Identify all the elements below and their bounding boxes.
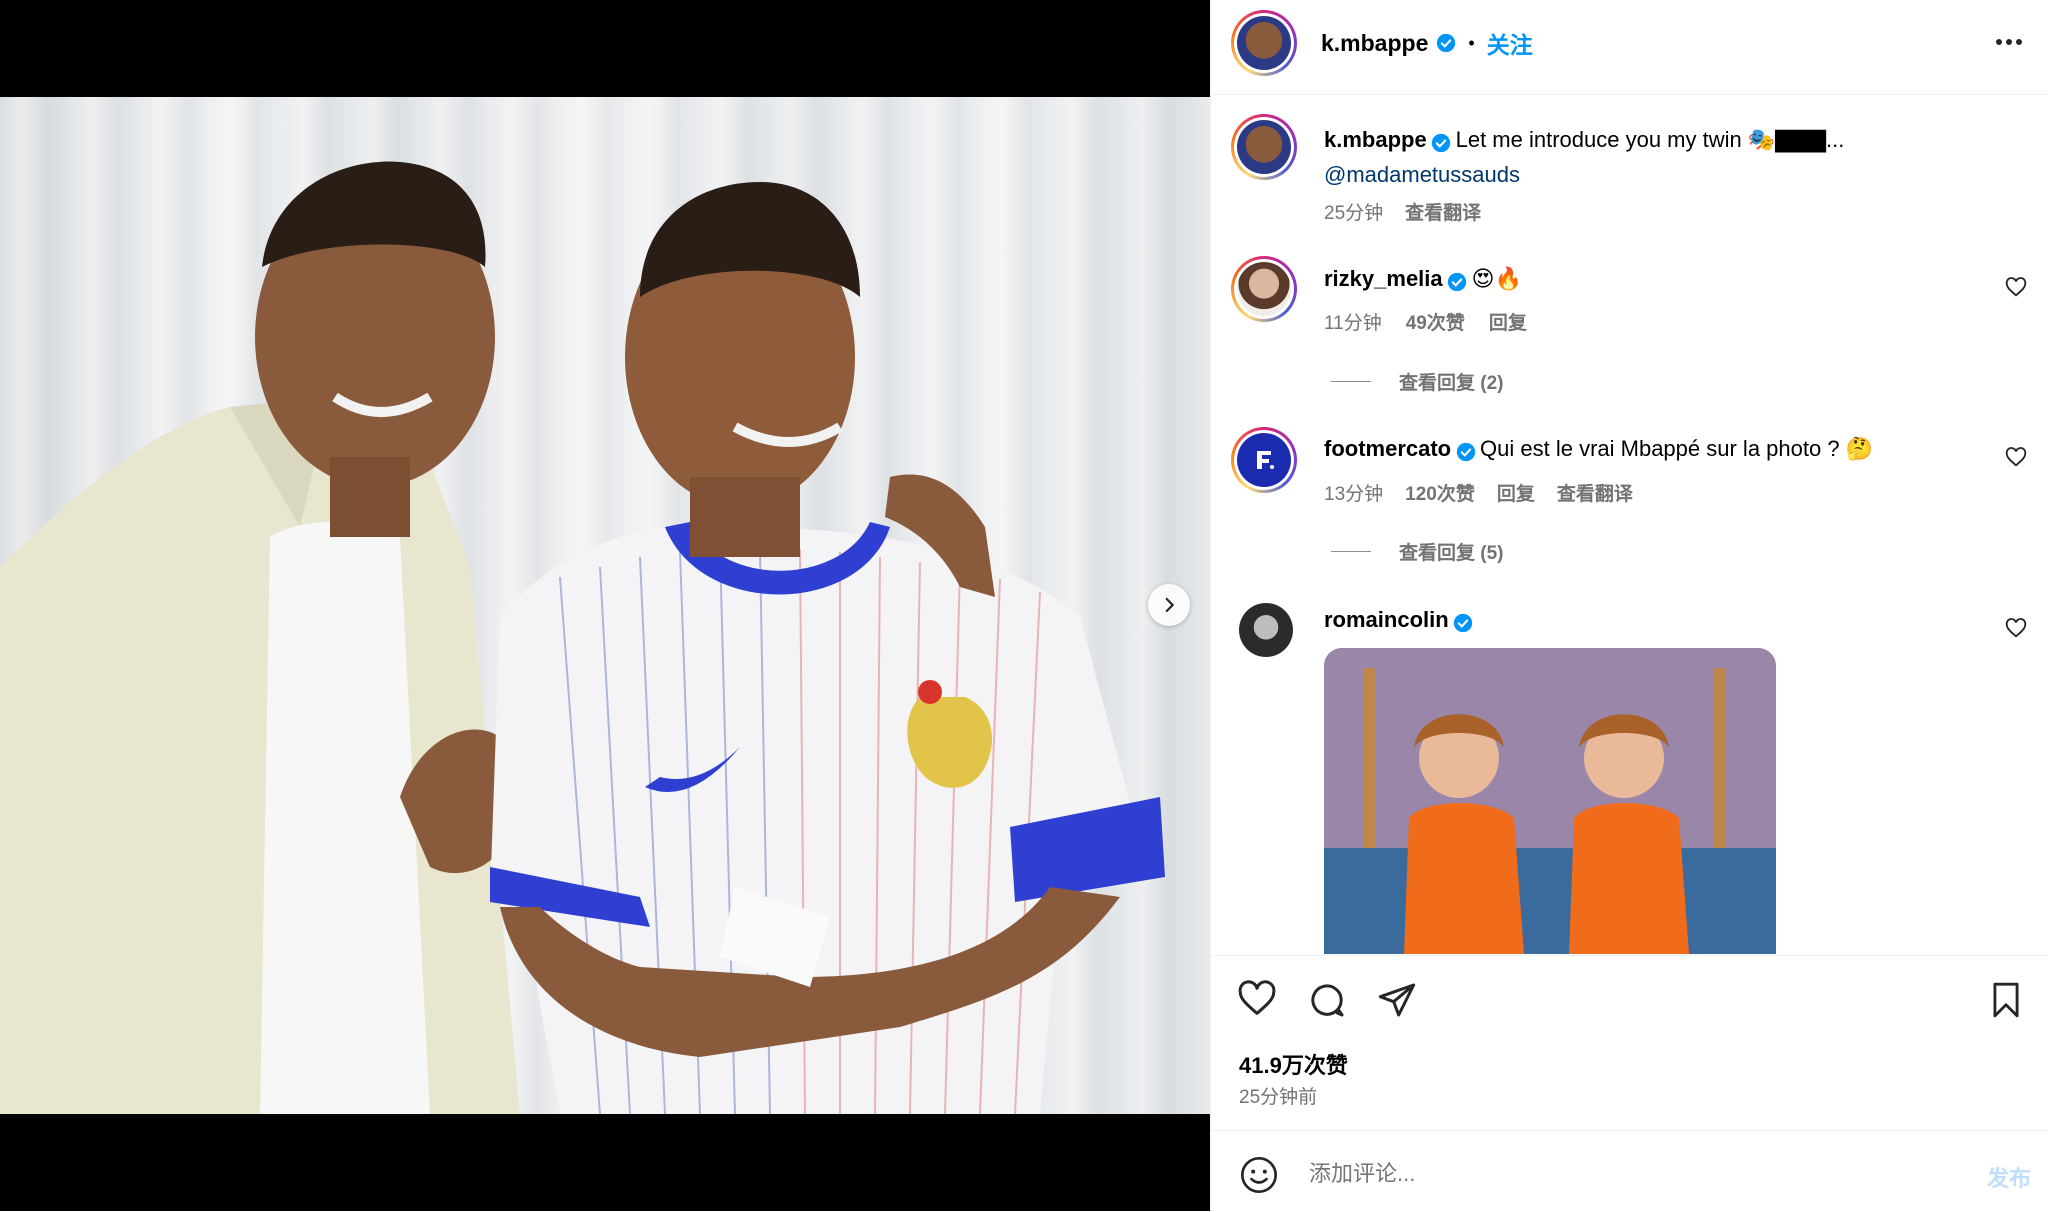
likes-count[interactable]: 41.9万次赞: [1239, 1048, 1348, 1080]
commenter-avatar[interactable]: [1239, 603, 1293, 657]
caption-text: Let me introduce you my twin 🎭▇▇▇...: [1455, 127, 1845, 152]
commenter-username[interactable]: romaincolin: [1324, 607, 1449, 632]
verified-badge-icon: [1447, 272, 1467, 291]
chevron-right-icon: [1165, 597, 1174, 613]
author-avatar[interactable]: [1231, 10, 1297, 76]
comment-likes[interactable]: 120次赞: [1405, 479, 1475, 506]
more-horizontal-icon: [1996, 39, 2022, 45]
verified-badge-icon: [1437, 33, 1456, 53]
post-timestamp: 25分钟前: [1239, 1087, 1318, 1108]
commenter-avatar[interactable]: [1231, 256, 1297, 322]
separator-dot: •: [1468, 32, 1475, 53]
post-header: k.mbappe • 关注: [1211, 0, 2048, 95]
comment-text: 😍🔥: [1471, 266, 1522, 291]
commenter-username[interactable]: rizky_melia: [1324, 266, 1443, 291]
gif-illustration: [1324, 648, 1776, 954]
like-heart-icon[interactable]: [1237, 980, 1277, 1020]
bookmark-save-icon[interactable]: [1987, 980, 2025, 1020]
comment-text: Qui est le vrai Mbappé sur la photo ? 🤔: [1480, 436, 1874, 461]
caption-translate-link[interactable]: 查看翻译: [1405, 198, 1481, 225]
post-side-panel: k.mbappe • 关注 k.mbappe Let me introduce …: [1210, 0, 2048, 1211]
comment-like-heart-icon[interactable]: [2005, 618, 2027, 640]
add-comment-bar: 发布: [1211, 1130, 2048, 1212]
post-photo: [0, 97, 1210, 1114]
more-options-button[interactable]: [1991, 30, 2027, 54]
view-replies-label: 查看回复 (5): [1399, 543, 1504, 564]
photo-illustration: [0, 161, 1165, 1114]
view-replies-button[interactable]: 查看回复 (2): [1331, 368, 1504, 395]
commenter-avatar[interactable]: [1231, 427, 1297, 493]
caption-mention-link[interactable]: @madametussauds: [1324, 162, 1520, 187]
caption-username[interactable]: k.mbappe: [1324, 127, 1427, 152]
share-send-icon[interactable]: [1377, 980, 1417, 1020]
footmercato-logo-icon: [1257, 451, 1274, 469]
comment-bubble-icon[interactable]: [1307, 980, 1347, 1020]
author-username[interactable]: k.mbappe: [1321, 30, 1428, 57]
caption-avatar[interactable]: [1231, 114, 1297, 180]
carousel-next-button[interactable]: [1148, 584, 1190, 626]
commenter-username[interactable]: footmercato: [1324, 436, 1451, 461]
comment-gif[interactable]: [1324, 648, 1776, 954]
comment-time: 13分钟: [1324, 484, 1384, 505]
emoji-smiley-icon[interactable]: [1239, 1155, 1279, 1195]
comment-translate-link[interactable]: 查看翻译: [1557, 479, 1633, 506]
comment-like-heart-icon[interactable]: [2005, 447, 2027, 469]
follow-button[interactable]: 关注: [1487, 26, 1533, 60]
verified-badge-icon: [1431, 133, 1451, 152]
caption-time: 25分钟: [1324, 203, 1384, 224]
comment-like-heart-icon[interactable]: [2005, 277, 2027, 299]
post-comment-button[interactable]: 发布: [1987, 1161, 2031, 1193]
verified-badge-icon: [1456, 442, 1475, 461]
post-media-viewer: [0, 0, 1210, 1211]
post-actions-bar: 41.9万次赞 25分钟前: [1211, 955, 2048, 1131]
view-replies-label: 查看回复 (2): [1399, 373, 1504, 394]
comment-reply-button[interactable]: 回复: [1497, 479, 1535, 506]
comment-time: 11分钟: [1324, 313, 1382, 334]
verified-badge-icon: [1453, 613, 1473, 632]
comment-input[interactable]: [1307, 1153, 1911, 1195]
view-replies-button[interactable]: 查看回复 (5): [1331, 538, 1504, 565]
comment-likes[interactable]: 49次赞: [1406, 308, 1465, 335]
comment-reply-button[interactable]: 回复: [1489, 308, 1527, 335]
